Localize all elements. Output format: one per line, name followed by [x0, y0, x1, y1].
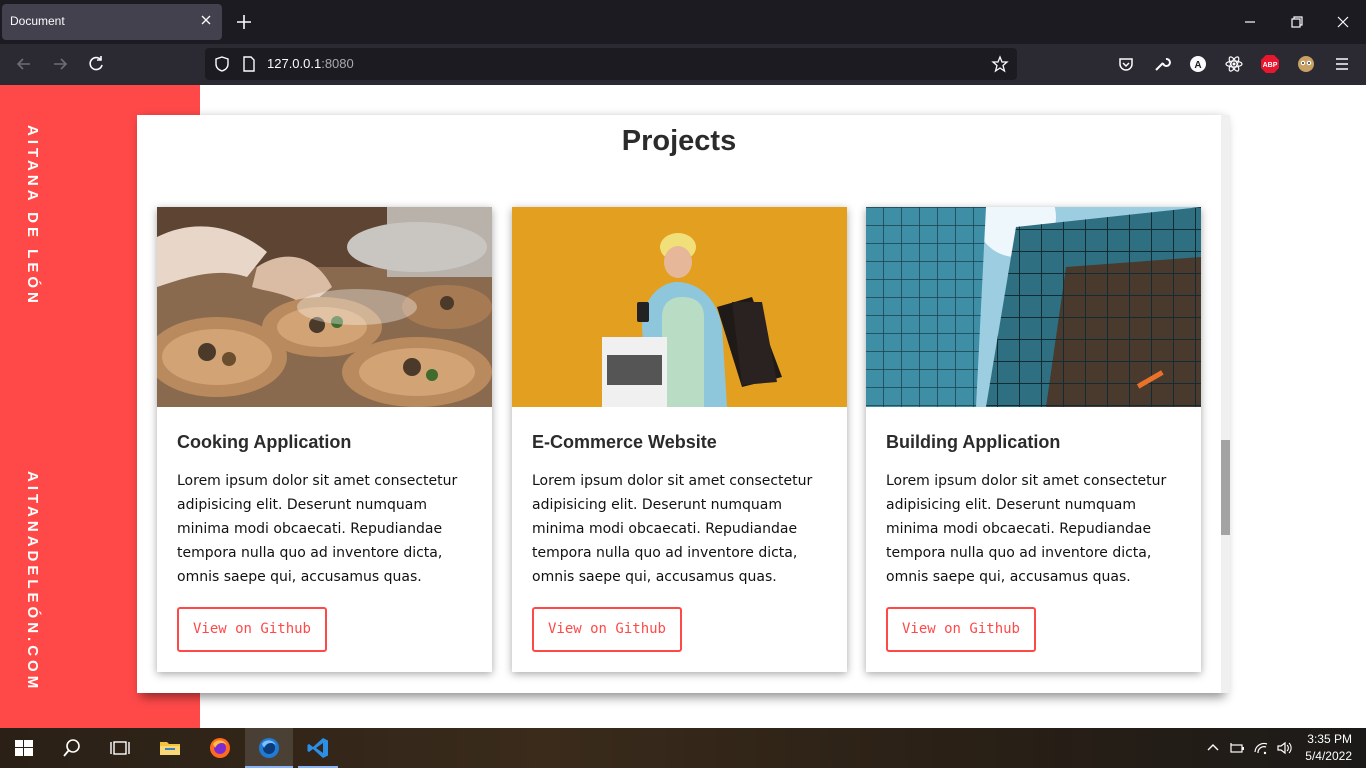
adblock-icon[interactable]: ABP	[1260, 54, 1280, 74]
section-title: Projects	[621, 125, 737, 157]
project-description: Lorem ipsum dolor sit amet consectetur a…	[532, 473, 813, 585]
project-image-building	[866, 207, 1201, 407]
clock-time: 3:35 PM	[1307, 732, 1352, 746]
project-description: Lorem ipsum dolor sit amet consectetur a…	[177, 473, 458, 585]
view-on-github-button[interactable]: View on Github	[177, 607, 327, 652]
firefox-icon[interactable]	[208, 736, 232, 760]
menu-icon[interactable]	[1332, 54, 1352, 74]
battery-icon[interactable]	[1229, 740, 1245, 756]
browser-tab[interactable]: Document	[2, 4, 222, 40]
project-card: Building Application Lorem ipsum dolor s…	[866, 207, 1201, 672]
close-tab-icon[interactable]	[198, 12, 214, 28]
project-image-cooking	[157, 207, 492, 407]
profile-extension-icon[interactable]	[1296, 54, 1316, 74]
shield-icon[interactable]	[213, 55, 231, 73]
scrollbar[interactable]	[1221, 115, 1230, 693]
file-explorer-icon[interactable]	[158, 736, 182, 760]
url-text[interactable]: 127.0.0.1:8080	[267, 56, 354, 71]
address-bar[interactable]: 127.0.0.1:8080	[205, 48, 1017, 80]
chevron-up-icon[interactable]	[1205, 740, 1221, 756]
clock-date: 5/4/2022	[1305, 749, 1352, 763]
minimize-icon[interactable]	[1240, 12, 1260, 32]
system-clock[interactable]: 3:35 PM 5/4/2022	[1305, 731, 1352, 765]
react-devtools-icon[interactable]	[1224, 54, 1244, 74]
new-tab-icon[interactable]	[234, 12, 254, 32]
wrench-icon[interactable]	[1152, 54, 1172, 74]
url-port: :8080	[321, 56, 354, 71]
projects-section: Projects Cooking Application Lorem ipsum…	[137, 115, 1221, 693]
pocket-icon[interactable]	[1116, 54, 1136, 74]
project-card: E-Commerce Website Lorem ipsum dolor sit…	[512, 207, 847, 672]
project-title: Building Application	[886, 432, 1061, 452]
project-description: Lorem ipsum dolor sit amet consectetur a…	[886, 473, 1167, 585]
tab-bar: Document	[0, 0, 1366, 44]
taskbar: 3:35 PM 5/4/2022	[0, 728, 1366, 768]
project-title: E-Commerce Website	[532, 432, 717, 452]
restore-icon[interactable]	[1287, 12, 1307, 32]
url-host: 127.0.0.1	[267, 56, 322, 71]
project-title: Cooking Application	[177, 432, 352, 452]
page-icon	[243, 56, 255, 72]
svg-text:ABP: ABP	[1263, 62, 1278, 69]
firefox-developer-icon[interactable]	[257, 736, 281, 760]
task-view-icon[interactable]	[108, 736, 132, 760]
sidebar-name: AITANA DE LEÓN	[24, 125, 41, 307]
tab-title: Document	[10, 14, 65, 28]
taskbar-active-app[interactable]	[245, 728, 293, 768]
search-icon[interactable]	[60, 736, 84, 760]
forward-icon[interactable]	[50, 54, 70, 74]
view-on-github-button[interactable]: View on Github	[886, 607, 1036, 652]
back-icon[interactable]	[14, 54, 34, 74]
project-card: Cooking Application Lorem ipsum dolor si…	[157, 207, 492, 672]
close-window-icon[interactable]	[1333, 12, 1353, 32]
scrollbar-thumb[interactable]	[1221, 440, 1230, 535]
sidebar-website[interactable]: AITANADELEÓN.COM	[24, 471, 41, 692]
reload-icon[interactable]	[86, 54, 106, 74]
svg-text:A: A	[1194, 60, 1201, 71]
wifi-icon[interactable]	[1253, 740, 1269, 756]
bookmark-star-icon[interactable]	[991, 55, 1009, 73]
volume-icon[interactable]	[1276, 740, 1292, 756]
view-on-github-button[interactable]: View on Github	[532, 607, 682, 652]
windows-start-icon[interactable]	[12, 736, 36, 760]
project-image-ecommerce	[512, 207, 847, 407]
vscode-icon[interactable]	[306, 736, 330, 760]
page-viewport: AITANA DE LEÓN AITANADELEÓN.COM Projects	[0, 85, 1366, 728]
extension-a-icon[interactable]: A	[1188, 54, 1208, 74]
navigation-toolbar: 127.0.0.1:8080 A ABP	[0, 44, 1366, 85]
